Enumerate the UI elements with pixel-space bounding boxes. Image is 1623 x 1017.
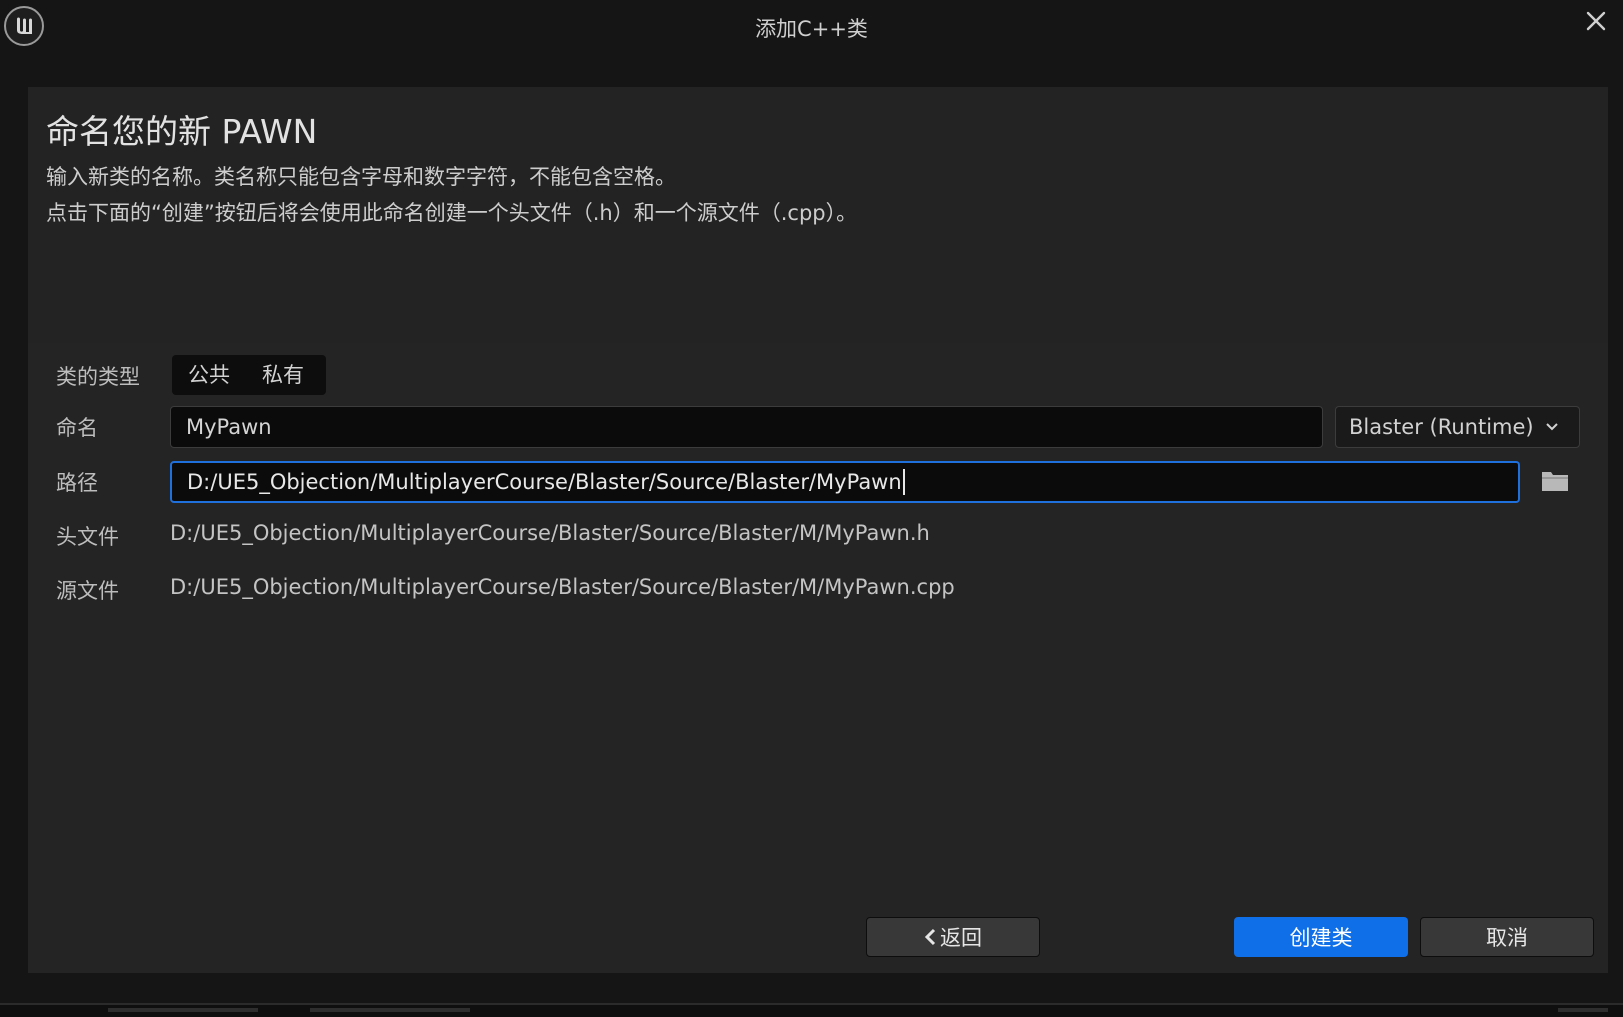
background-taskbar-strip xyxy=(0,1003,1623,1017)
class-type-toggle: 公共 私有 xyxy=(172,355,326,395)
description-line-2: 点击下面的“创建”按钮后将会使用此命名创建一个头文件（.h）和一个源文件（.cp… xyxy=(46,201,858,225)
name-input-value: MyPawn xyxy=(186,415,272,439)
path-input[interactable]: D:/UE5_Objection/MultiplayerCourse/Blast… xyxy=(170,461,1520,503)
create-class-button-label: 创建类 xyxy=(1289,926,1353,950)
strip-segment xyxy=(108,1008,258,1012)
header-area: 命名您的新 PAWN 输入新类的名称。类名称只能包含字母和数字字符，不能包含空格… xyxy=(28,87,1608,343)
class-type-private-option[interactable]: 私有 xyxy=(246,355,320,395)
cancel-button[interactable]: 取消 xyxy=(1420,917,1594,957)
strip-segment xyxy=(310,1008,470,1012)
class-type-public-option[interactable]: 公共 xyxy=(172,355,246,395)
folder-icon[interactable] xyxy=(1540,468,1570,494)
create-class-button[interactable]: 创建类 xyxy=(1234,917,1408,957)
name-input[interactable]: MyPawn xyxy=(170,406,1323,448)
text-caret xyxy=(902,469,905,495)
window-title: 添加C++类 xyxy=(755,17,868,41)
cancel-button-label: 取消 xyxy=(1486,926,1528,950)
description-line-1: 输入新类的名称。类名称只能包含字母和数字字符，不能包含空格。 xyxy=(46,165,676,189)
chevron-down-icon xyxy=(1545,423,1558,431)
source-file-label: 源文件 xyxy=(56,579,119,603)
back-button[interactable]: 返回 xyxy=(866,917,1040,957)
header-file-path: D:/UE5_Objection/MultiplayerCourse/Blast… xyxy=(170,521,930,545)
class-type-label: 类的类型 xyxy=(56,365,140,389)
header-file-label: 头文件 xyxy=(56,525,119,549)
strip-segment xyxy=(1558,1008,1608,1012)
name-label: 命名 xyxy=(56,416,98,440)
dialog-panel: 命名您的新 PAWN 输入新类的名称。类名称只能包含字母和数字字符，不能包含空格… xyxy=(28,87,1608,973)
source-file-path: D:/UE5_Objection/MultiplayerCourse/Blast… xyxy=(170,575,955,599)
path-input-value: D:/UE5_Objection/MultiplayerCourse/Blast… xyxy=(187,470,902,494)
page-title: 命名您的新 PAWN xyxy=(46,112,318,151)
module-dropdown-value: Blaster (Runtime) xyxy=(1349,415,1534,439)
back-button-label: 返回 xyxy=(940,926,982,950)
path-label: 路径 xyxy=(56,471,98,495)
close-icon[interactable] xyxy=(1581,6,1611,36)
title-bar: 添加C++类 xyxy=(0,0,1623,56)
module-dropdown[interactable]: Blaster (Runtime) xyxy=(1335,406,1580,448)
chevron-left-icon xyxy=(924,928,936,946)
